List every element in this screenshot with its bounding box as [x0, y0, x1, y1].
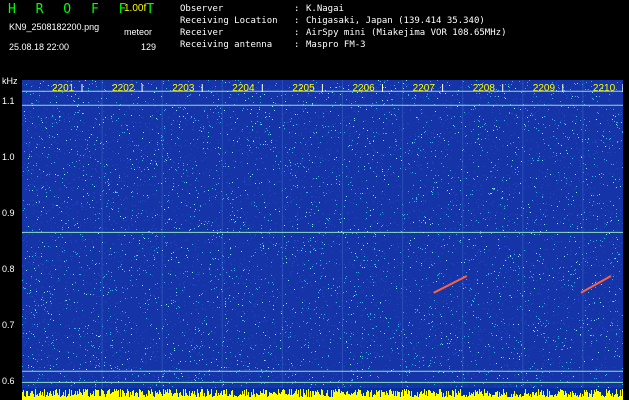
time-tick-label: 2207 [413, 83, 436, 94]
time-tick-label: 2203 [172, 83, 195, 94]
y-tick-label: 1.0 [2, 152, 15, 163]
header-panel: H R O F F T 1.00f KN9_2508182200.png met… [0, 0, 629, 78]
time-tick-label: 2202 [112, 83, 135, 94]
app-version: 1.00f [124, 3, 147, 14]
receiver-sep: : [294, 28, 300, 38]
y-tick-label: 1.1 [2, 96, 15, 107]
meteor-count: 129 [141, 42, 157, 52]
plot-background [22, 80, 623, 388]
receiver-value: AirSpy mini (Miakejima VOR 108.65MHz) [306, 28, 507, 38]
observer-label: Observer [180, 4, 224, 14]
antenna-value: Maspro FM-3 [306, 40, 366, 50]
image-filename: KN9_2508182200.png [9, 22, 100, 32]
antenna-sep: : [294, 40, 300, 50]
y-tick-label: 0.7 [2, 320, 15, 331]
time-tick-label: 2204 [232, 83, 255, 94]
level-bar-segments [22, 388, 623, 400]
antenna-label: Receiving antenna [180, 40, 273, 50]
y-axis-unit: kHz [2, 76, 18, 86]
y-tick-label: 0.8 [2, 264, 15, 275]
location-label: Receiving Location [180, 16, 278, 26]
observer-sep: : [294, 4, 300, 14]
location-sep: : [294, 16, 300, 26]
meteor-label: meteor [124, 27, 153, 37]
time-tick-label: 2201 [52, 83, 75, 94]
y-tick-label: 0.9 [2, 208, 15, 219]
observer-value: K.Nagai [306, 4, 344, 14]
receiver-label: Receiver [180, 28, 224, 38]
time-tick-label: 2205 [292, 83, 315, 94]
time-tick-label: 2210 [593, 83, 616, 94]
time-tick-label: 2209 [533, 83, 556, 94]
spectrogram-plot: 2201 2202 2203 2204 2205 2206 2207 2208 2209 2210 [22, 80, 623, 388]
location-value: Chigasaki, Japan (139.414 35.340) [306, 16, 485, 26]
y-tick-label: 0.6 [2, 376, 15, 387]
time-tick-label: 2208 [473, 83, 496, 94]
observation-datetime: 25.08.18 22:00 [9, 42, 70, 52]
time-tick-label: 2206 [353, 83, 376, 94]
signal-level-bar [22, 388, 623, 400]
